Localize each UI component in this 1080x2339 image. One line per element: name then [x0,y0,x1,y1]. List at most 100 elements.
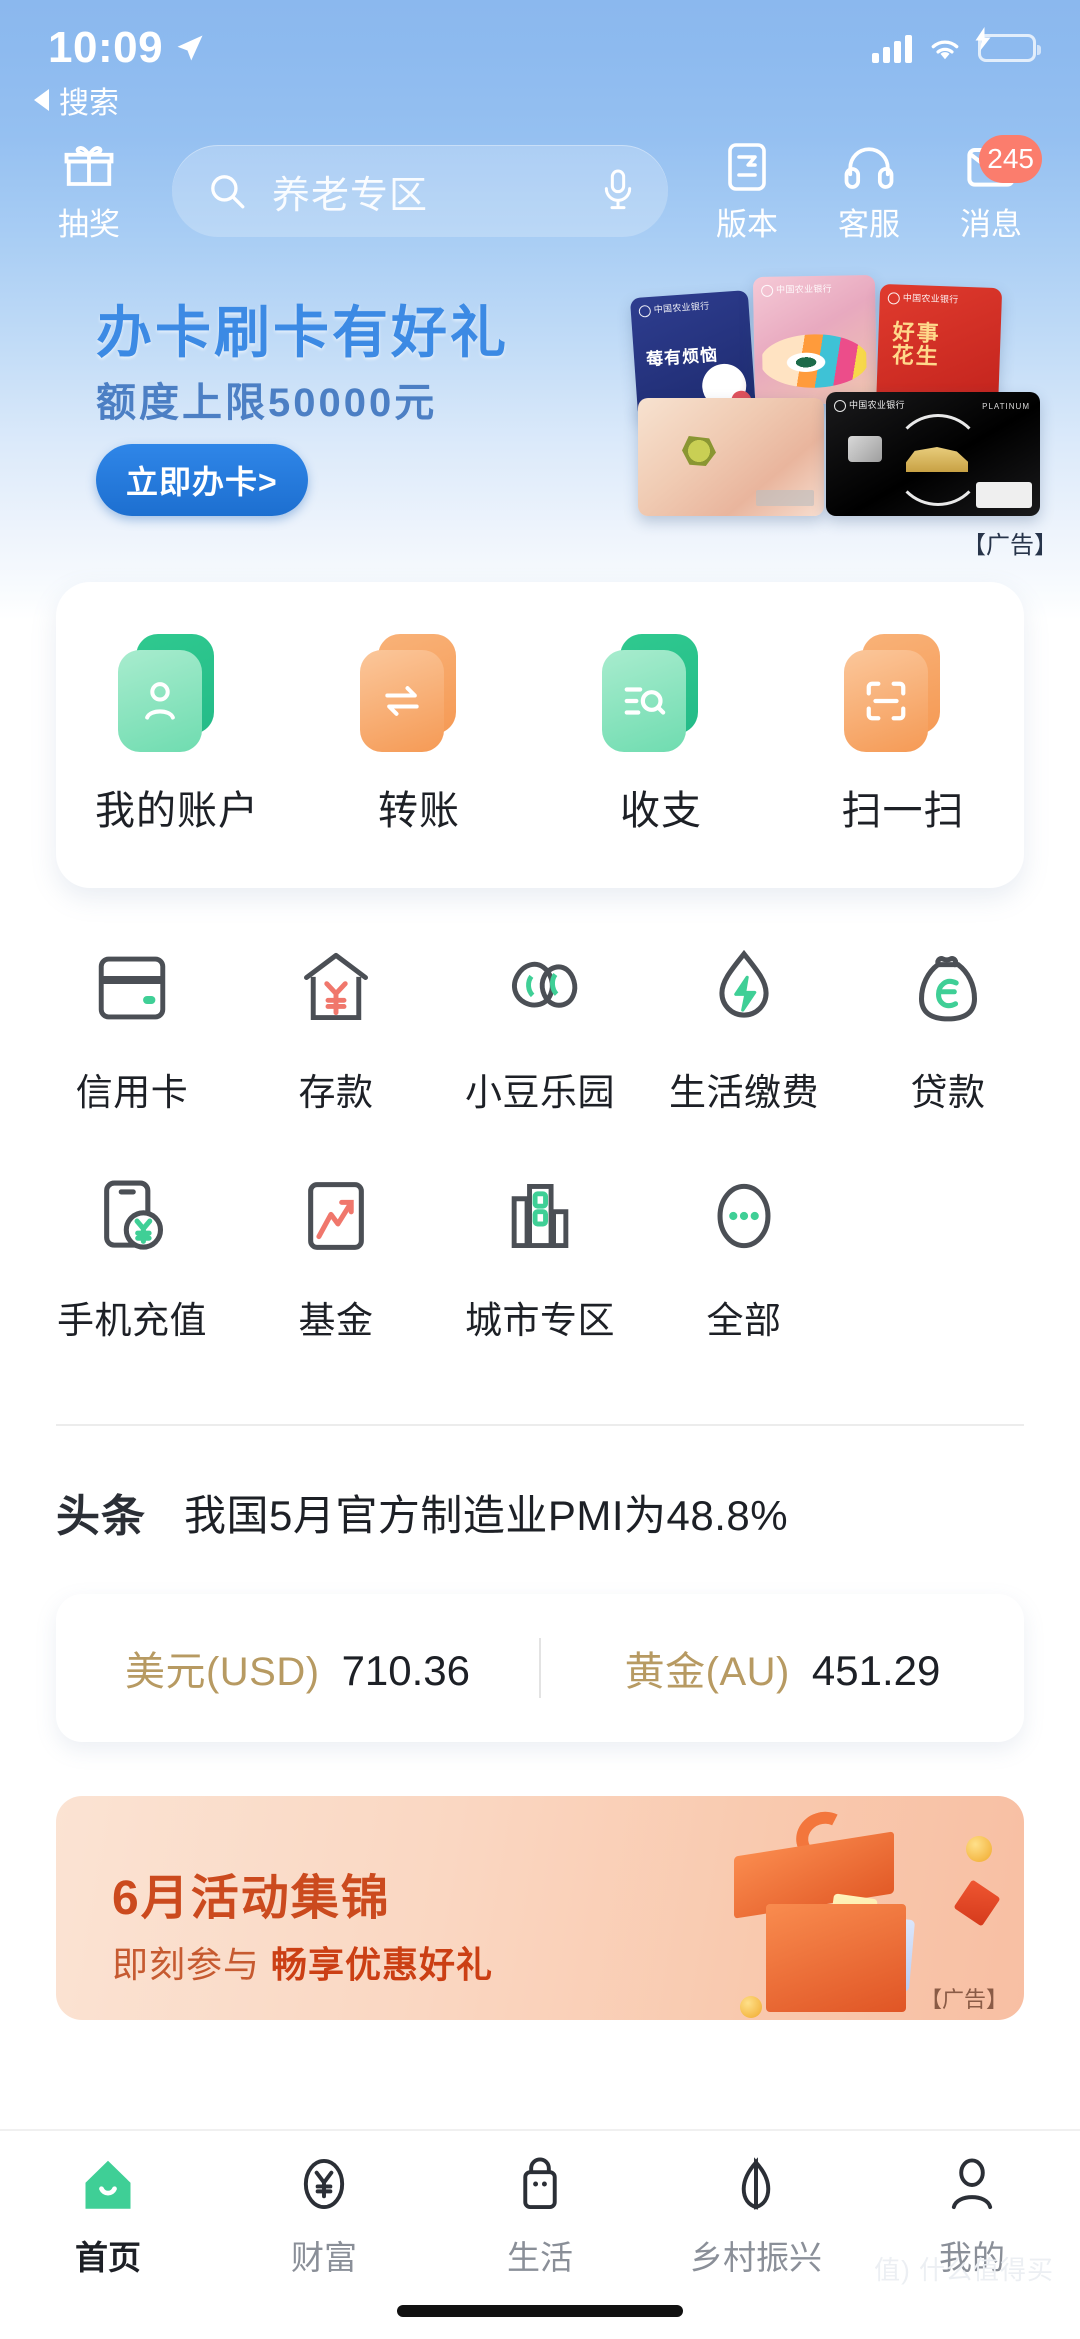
promo-banner[interactable]: 6月活动集锦 即刻参与 畅享优惠好礼 【广告】 [56,1796,1024,2020]
grid-item-credit-card[interactable]: 信用卡 [30,940,234,1116]
wealth-yuan-icon [297,2153,351,2215]
quick-action-income-expense[interactable]: 收支 [540,634,782,836]
tab-label: 财富 [291,2239,357,2276]
rate-gold[interactable]: 黄金(AU) 451.29 [541,1639,1024,1697]
service-grid-row-2: 手机充值 基金 城市专区 全部 [0,1168,1080,1344]
back-to-search[interactable]: 搜索 [34,78,119,122]
grid-item-label: 城市专区 [465,1300,615,1341]
tab-rural[interactable]: 乡村振兴 [648,2153,864,2279]
rate-value: 710.36 [341,1647,471,1694]
apply-card-button[interactable]: 立即办卡> [96,444,308,516]
back-triangle-icon [34,89,49,111]
bean-park-icon [497,940,583,1036]
grid-item-deposit[interactable]: 存款 [234,940,438,1116]
credit-card-icon [92,940,172,1036]
market-rates-card: 美元(USD) 710.36 黄金(AU) 451.29 [56,1594,1024,1742]
quick-actions-card: 我的账户 转账 收支 扫一扫 [56,582,1024,888]
bolt-icon [975,27,991,51]
more-dots-icon [705,1168,783,1264]
news-headline[interactable]: 头条 我国5月官方制造业PMI为48.8% [56,1470,1024,1554]
grid-item-label: 全部 [706,1300,782,1341]
quick-action-label: 转账 [378,789,460,833]
header-lottery-label: 抽奖 [58,206,120,242]
profile-person-icon [945,2153,999,2215]
status-time: 10:09 [48,23,164,72]
hero-title: 办卡刷卡有好礼 [96,301,509,364]
home-indicator[interactable] [397,2305,683,2317]
grid-item-utility-payment[interactable]: 生活缴费 [642,940,846,1116]
header-version-label: 版本 [716,206,778,242]
headline-tag: 头条 [56,1480,148,1544]
rate-value: 451.29 [811,1647,941,1694]
promo-title: 6月活动集锦 [112,1872,391,1925]
status-clock: 10:09 [48,23,205,73]
header-messages-label: 消息 [960,206,1022,242]
quick-action-label: 收支 [620,789,702,833]
promo-subtitle: 即刻参与 畅享优惠好礼 [112,1936,493,1988]
back-label: 搜索 [59,87,119,120]
card-black-platinum: 中国农业银行 PLATINUM [826,392,1040,516]
gift-icon [62,139,116,193]
service-grid: 信用卡 存款 小豆乐园 生活缴费 贷款 手机充值 基金 城市专区 全部 [0,940,1080,1396]
gift-body-shape [766,1904,906,2012]
status-indicators [872,27,1041,63]
header-service-button[interactable]: 客服 [808,139,930,244]
header-service-label: 客服 [838,206,900,242]
wifi-icon [931,40,959,60]
quick-action-transfer[interactable]: 转账 [298,634,540,836]
phone-topup-icon [94,1168,170,1264]
transfer-arrows-icon [360,634,478,752]
tab-wealth[interactable]: 财富 [216,2153,432,2279]
tab-label: 生活 [507,2239,573,2276]
quick-action-label: 扫一扫 [841,789,965,833]
quick-action-scan[interactable]: 扫一扫 [782,634,1024,836]
grid-item-all[interactable]: 全部 [642,1168,846,1344]
grid-item-city-zone[interactable]: 城市专区 [438,1168,642,1344]
quick-action-label: 我的账户 [95,789,259,833]
tab-life[interactable]: 生活 [432,2153,648,2279]
tab-home[interactable]: 首页 [0,2153,216,2279]
rate-name: 美元(USD) [124,1650,320,1694]
tab-label: 乡村振兴 [690,2239,822,2276]
life-bag-icon [513,2153,567,2215]
loan-money-bag-icon [910,940,986,1036]
red-tag-shape [953,1879,1001,1927]
hero-ad-banner[interactable]: 办卡刷卡有好礼 额度上限50000元 立即办卡> 中国农业银行 莓有烦恼 中国农… [0,262,1080,562]
card-marble [638,398,824,516]
header-version-button[interactable]: 版本 [686,139,808,244]
cellular-signal-icon [872,33,912,63]
utility-payment-drop-icon [709,940,779,1036]
grid-item-label: 信用卡 [75,1072,189,1113]
grid-item-loan[interactable]: 贷款 [846,940,1050,1116]
grid-item-phone-topup[interactable]: 手机充值 [30,1168,234,1344]
grid-item-fund[interactable]: 基金 [234,1168,438,1344]
city-zone-icon [500,1168,580,1264]
section-divider [56,1424,1024,1426]
tab-label: 首页 [75,2239,141,2276]
scan-qr-icon [844,634,962,752]
grid-item-bean-park[interactable]: 小豆乐园 [438,940,642,1116]
microphone-icon[interactable] [598,167,638,215]
service-grid-row-1: 信用卡 存款 小豆乐园 生活缴费 贷款 [0,940,1080,1116]
header-background: 10:09 搜索 抽奖 养老专区 版本 客服 245 消息 办卡刷卡有好礼 额度… [0,0,1080,620]
headset-icon [841,139,897,193]
version-switch-icon [722,139,772,193]
rural-leaf-icon [729,2153,783,2215]
promo-ad-label: 【广告】 [919,1987,1008,2012]
header-lottery-button[interactable]: 抽奖 [28,139,150,244]
quick-action-my-account[interactable]: 我的账户 [56,634,298,836]
header-messages-button[interactable]: 245 消息 [930,134,1052,244]
hero-subtitle: 额度上限50000元 [96,381,438,425]
fund-chart-icon [298,1168,374,1264]
rate-usd[interactable]: 美元(USD) 710.36 [56,1639,539,1697]
hero-ad-label: 【广告】 [962,532,1058,559]
card-pink-eye: 中国农业银行 [752,274,878,406]
search-input[interactable]: 养老专区 [172,145,668,237]
grid-item-label: 基金 [298,1300,374,1341]
grid-item-label: 贷款 [910,1072,986,1113]
app-header: 抽奖 养老专区 版本 客服 245 消息 [0,132,1080,250]
headline-text: 我国5月官方制造业PMI为48.8% [184,1491,789,1539]
credit-cards-artwork: 中国农业银行 莓有烦恼 中国农业银行 中国农业银行 好事 花生 中国农业银行 P… [626,272,1056,522]
grid-item-spacer [846,1168,1050,1344]
deposit-house-yuan-icon [296,940,376,1036]
